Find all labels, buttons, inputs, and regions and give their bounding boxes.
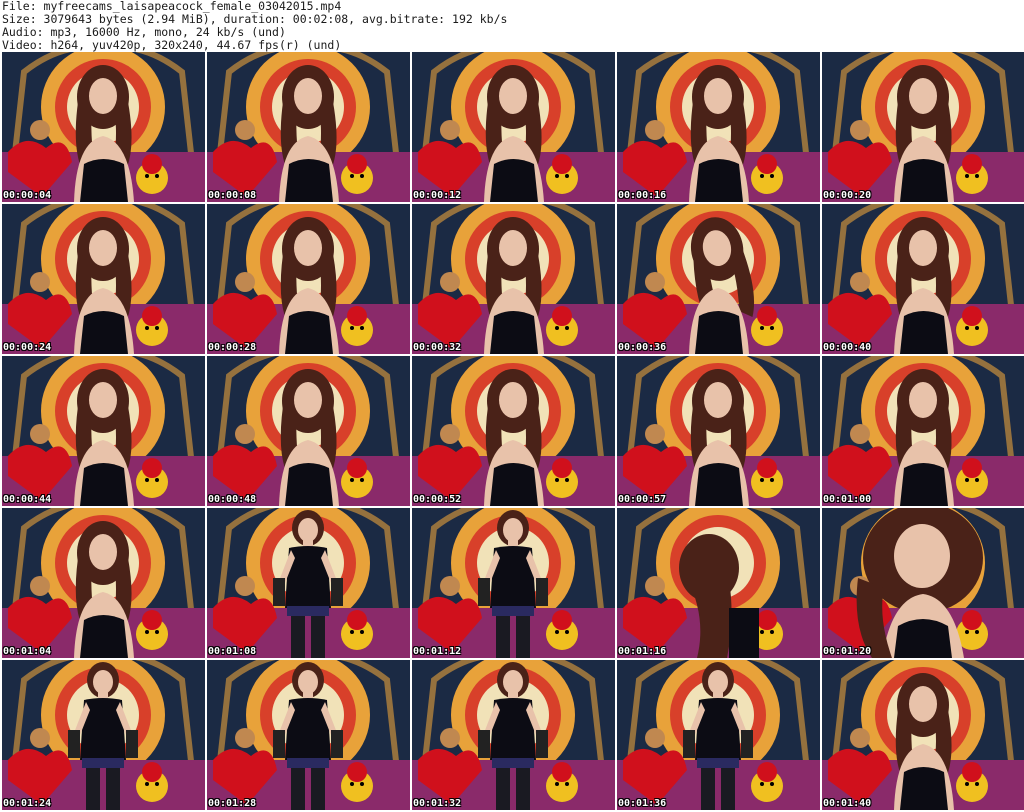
frame-image [207,356,410,506]
timestamp-label: 00:00:12 [413,190,462,201]
frame-image [207,204,410,354]
frame-image [2,204,205,354]
timestamp-label: 00:01:16 [618,646,667,657]
video-thumbnail: 00:00:16 [617,52,820,202]
timestamp-label: 00:01:20 [823,646,872,657]
video-thumbnail: 00:00:44 [2,356,205,506]
frame-image [412,508,615,658]
frame-image [822,52,1024,202]
video-thumbnail: 00:01:12 [412,508,615,658]
video-thumbnail: 00:01:32 [412,660,615,810]
frame-image [822,508,1024,658]
video-thumbnail: 00:00:57 [617,356,820,506]
video-thumbnail: 00:01:20 [822,508,1024,658]
timestamp-label: 00:01:40 [823,798,872,809]
video-line: Video: h264, yuv420p, 320x240, 44.67 fps… [2,38,342,52]
video-thumbnail: 00:01:00 [822,356,1024,506]
timestamp-label: 00:00:48 [208,494,257,505]
frame-image [617,660,820,810]
video-thumbnail: 00:01:08 [207,508,410,658]
frame-image [412,356,615,506]
timestamp-label: 00:00:24 [3,342,52,353]
timestamp-label: 00:01:08 [208,646,257,657]
timestamp-label: 00:00:04 [3,190,52,201]
timestamp-label: 00:00:32 [413,342,462,353]
frame-image [2,52,205,202]
timestamp-label: 00:01:28 [208,798,257,809]
frame-image [207,52,410,202]
frame-image [2,356,205,506]
frame-image [617,204,820,354]
video-thumbnail: 00:01:40 [822,660,1024,810]
timestamp-label: 00:00:40 [823,342,872,353]
video-thumbnail: 00:00:12 [412,52,615,202]
frame-image [617,356,820,506]
timestamp-label: 00:01:32 [413,798,462,809]
timestamp-label: 00:00:28 [208,342,257,353]
timestamp-label: 00:01:04 [3,646,52,657]
frame-image [207,508,410,658]
video-thumbnail: 00:00:04 [2,52,205,202]
frame-image [412,52,615,202]
timestamp-label: 00:01:24 [3,798,52,809]
video-thumbnail: 00:01:16 [617,508,820,658]
frame-image [822,204,1024,354]
timestamp-label: 00:00:20 [823,190,872,201]
timestamp-label: 00:00:44 [3,494,52,505]
video-thumbnail: 00:00:52 [412,356,615,506]
video-thumbnail: 00:00:36 [617,204,820,354]
video-thumbnail: 00:00:20 [822,52,1024,202]
video-thumbnail: 00:00:08 [207,52,410,202]
frame-image [2,660,205,810]
timestamp-label: 00:01:36 [618,798,667,809]
frame-image [617,52,820,202]
video-thumbnail: 00:01:04 [2,508,205,658]
frame-image [822,660,1024,810]
video-thumbnail: 00:00:28 [207,204,410,354]
frame-image [822,356,1024,506]
video-thumbnail: 00:01:28 [207,660,410,810]
video-thumbnail: 00:00:24 [2,204,205,354]
timestamp-label: 00:01:12 [413,646,462,657]
frame-image [412,660,615,810]
info-header: File: myfreecams_laisapeacock_female_030… [2,0,1022,52]
video-thumbnail: 00:01:24 [2,660,205,810]
timestamp-label: 00:00:52 [413,494,462,505]
frame-image [2,508,205,658]
video-thumbnail: 00:01:36 [617,660,820,810]
timestamp-label: 00:00:57 [618,494,667,505]
timestamp-label: 00:01:00 [823,494,872,505]
frame-image [207,660,410,810]
timestamp-label: 00:00:36 [618,342,667,353]
frame-image [412,204,615,354]
timestamp-label: 00:00:16 [618,190,667,201]
timestamp-label: 00:00:08 [208,190,257,201]
video-thumbnail: 00:00:40 [822,204,1024,354]
thumbnail-grid: 00:00:04 00:00:08 00:00:12 00:00:16 00:0… [2,52,1024,812]
frame-image [617,508,820,658]
video-thumbnail: 00:00:48 [207,356,410,506]
video-thumbnail: 00:00:32 [412,204,615,354]
